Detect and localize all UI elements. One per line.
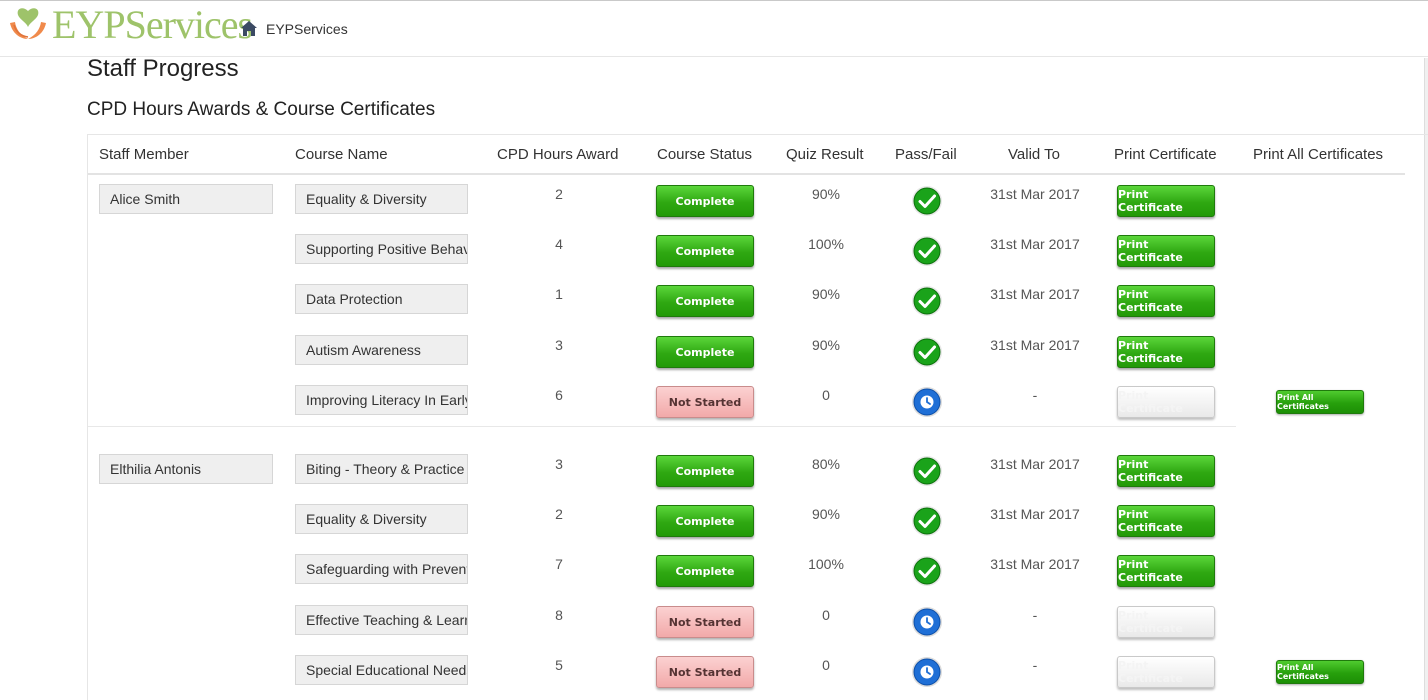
course-name-field[interactable]: Autism Awareness [295, 335, 468, 365]
course-name-field[interactable]: Safeguarding with Prevent [295, 554, 468, 584]
valid-to-value: 31st Mar 2017 [990, 506, 1080, 522]
table-header: Staff Member Course Name CPD Hours Award… [88, 135, 1405, 175]
quiz-result-value: 90% [811, 506, 841, 522]
cpd-hours-value: 6 [555, 387, 563, 403]
course-name-field[interactable]: Special Educational Needs [295, 655, 468, 685]
print-certificate-button[interactable]: Print Certificate [1117, 656, 1215, 688]
check-circle-icon [912, 286, 942, 316]
status-complete-button[interactable]: Complete [656, 555, 754, 587]
course-name-field[interactable]: Effective Teaching & Learning [295, 605, 468, 635]
top-navbar: EYPServices EYPServices [0, 0, 1428, 57]
print-all-certificates-button[interactable]: Print All Certificates [1276, 390, 1364, 414]
valid-to-value: 31st Mar 2017 [990, 456, 1080, 472]
valid-to-value: - [1032, 387, 1038, 403]
print-certificate-button[interactable]: Print Certificate [1117, 606, 1215, 638]
header-passfail: Pass/Fail [895, 146, 957, 163]
status-complete-button[interactable]: Complete [656, 336, 754, 368]
valid-to-value: 31st Mar 2017 [990, 337, 1080, 353]
header-printall: Print All Certificates [1253, 146, 1384, 163]
header-valid: Valid To [1008, 146, 1060, 163]
status-not-started-button[interactable]: Not Started [656, 386, 754, 418]
nav-home-link[interactable]: EYPServices [240, 20, 348, 37]
quiz-result-value: 90% [811, 186, 841, 202]
print-certificate-button[interactable]: Print Certificate [1117, 505, 1215, 537]
valid-to-value: 31st Mar 2017 [990, 286, 1080, 302]
quiz-result-value: 80% [811, 456, 841, 472]
clock-circle-icon [912, 607, 942, 637]
quiz-result-value: 0 [822, 657, 830, 673]
check-circle-icon [912, 236, 942, 266]
course-name-field[interactable]: Equality & Diversity [295, 184, 468, 214]
print-certificate-button[interactable]: Print Certificate [1117, 235, 1215, 267]
status-complete-button[interactable]: Complete [656, 285, 754, 317]
course-name-field[interactable]: Biting - Theory & Practice [295, 454, 468, 484]
print-certificate-button[interactable]: Print Certificate [1117, 185, 1215, 217]
print-certificate-button[interactable]: Print Certificate [1117, 336, 1215, 368]
status-not-started-button[interactable]: Not Started [656, 656, 754, 688]
check-circle-icon [912, 506, 942, 536]
valid-to-value: - [1032, 657, 1038, 673]
status-complete-button[interactable]: Complete [656, 455, 754, 487]
valid-to-value: - [1032, 607, 1038, 623]
print-certificate-button[interactable]: Print Certificate [1117, 455, 1215, 487]
check-circle-icon [912, 186, 942, 216]
staff-member-field[interactable]: Alice Smith [99, 184, 273, 214]
quiz-result-value: 90% [811, 286, 841, 302]
clock-circle-icon [912, 387, 942, 417]
cpd-hours-value: 3 [555, 456, 563, 472]
print-all-certificates-button[interactable]: Print All Certificates [1276, 660, 1364, 684]
quiz-result-value: 0 [822, 607, 830, 623]
header-quiz: Quiz Result [786, 146, 864, 163]
check-circle-icon [912, 337, 942, 367]
quiz-result-value: 100% [808, 236, 844, 252]
header-status: Course Status [657, 146, 753, 163]
clock-circle-icon [912, 657, 942, 687]
status-complete-button[interactable]: Complete [656, 505, 754, 537]
print-certificate-button[interactable]: Print Certificate [1117, 285, 1215, 317]
valid-to-value: 31st Mar 2017 [990, 556, 1080, 572]
valid-to-value: 31st Mar 2017 [990, 236, 1080, 252]
group-separator [88, 426, 1236, 427]
cpd-hours-value: 4 [555, 236, 563, 252]
page-title: Staff Progress [87, 55, 239, 82]
valid-to-value: 31st Mar 2017 [990, 186, 1080, 202]
logo-hands-icon [10, 8, 46, 39]
header-print: Print Certificate [1114, 146, 1217, 163]
header-hours: CPD Hours Award [497, 146, 619, 163]
check-circle-icon [912, 456, 942, 486]
logo-text: EYPServices [52, 2, 253, 47]
quiz-result-value: 0 [822, 387, 830, 403]
course-name-field[interactable]: Data Protection [295, 284, 468, 314]
status-complete-button[interactable]: Complete [656, 185, 754, 217]
brand-logo[interactable]: EYPServices [6, 2, 253, 47]
check-circle-icon [912, 556, 942, 586]
course-name-field[interactable]: Supporting Positive Behaviour [295, 234, 468, 264]
quiz-result-value: 90% [811, 337, 841, 353]
cpd-hours-value: 1 [555, 286, 563, 302]
header-course: Course Name [295, 146, 388, 163]
cpd-hours-value: 2 [555, 506, 563, 522]
print-certificate-button[interactable]: Print Certificate [1117, 386, 1215, 418]
header-staff: Staff Member [99, 146, 189, 163]
course-name-field[interactable]: Improving Literacy In Early Years [295, 385, 468, 415]
print-certificate-button[interactable]: Print Certificate [1117, 555, 1215, 587]
cpd-hours-value: 3 [555, 337, 563, 353]
quiz-result-value: 100% [808, 556, 844, 572]
cpd-hours-value: 8 [555, 607, 563, 623]
progress-table: Staff Member Course Name CPD Hours Award… [87, 134, 1428, 700]
nav-home-label: EYPServices [266, 20, 348, 37]
status-complete-button[interactable]: Complete [656, 235, 754, 267]
cpd-hours-value: 7 [555, 556, 563, 572]
home-icon [241, 21, 257, 36]
section-title: CPD Hours Awards & Course Certificates [87, 99, 436, 120]
cpd-hours-value: 5 [555, 657, 563, 673]
cpd-hours-value: 2 [555, 186, 563, 202]
course-name-field[interactable]: Equality & Diversity [295, 504, 468, 534]
staff-member-field[interactable]: Elthilia Antonis [99, 454, 273, 484]
status-not-started-button[interactable]: Not Started [656, 606, 754, 638]
